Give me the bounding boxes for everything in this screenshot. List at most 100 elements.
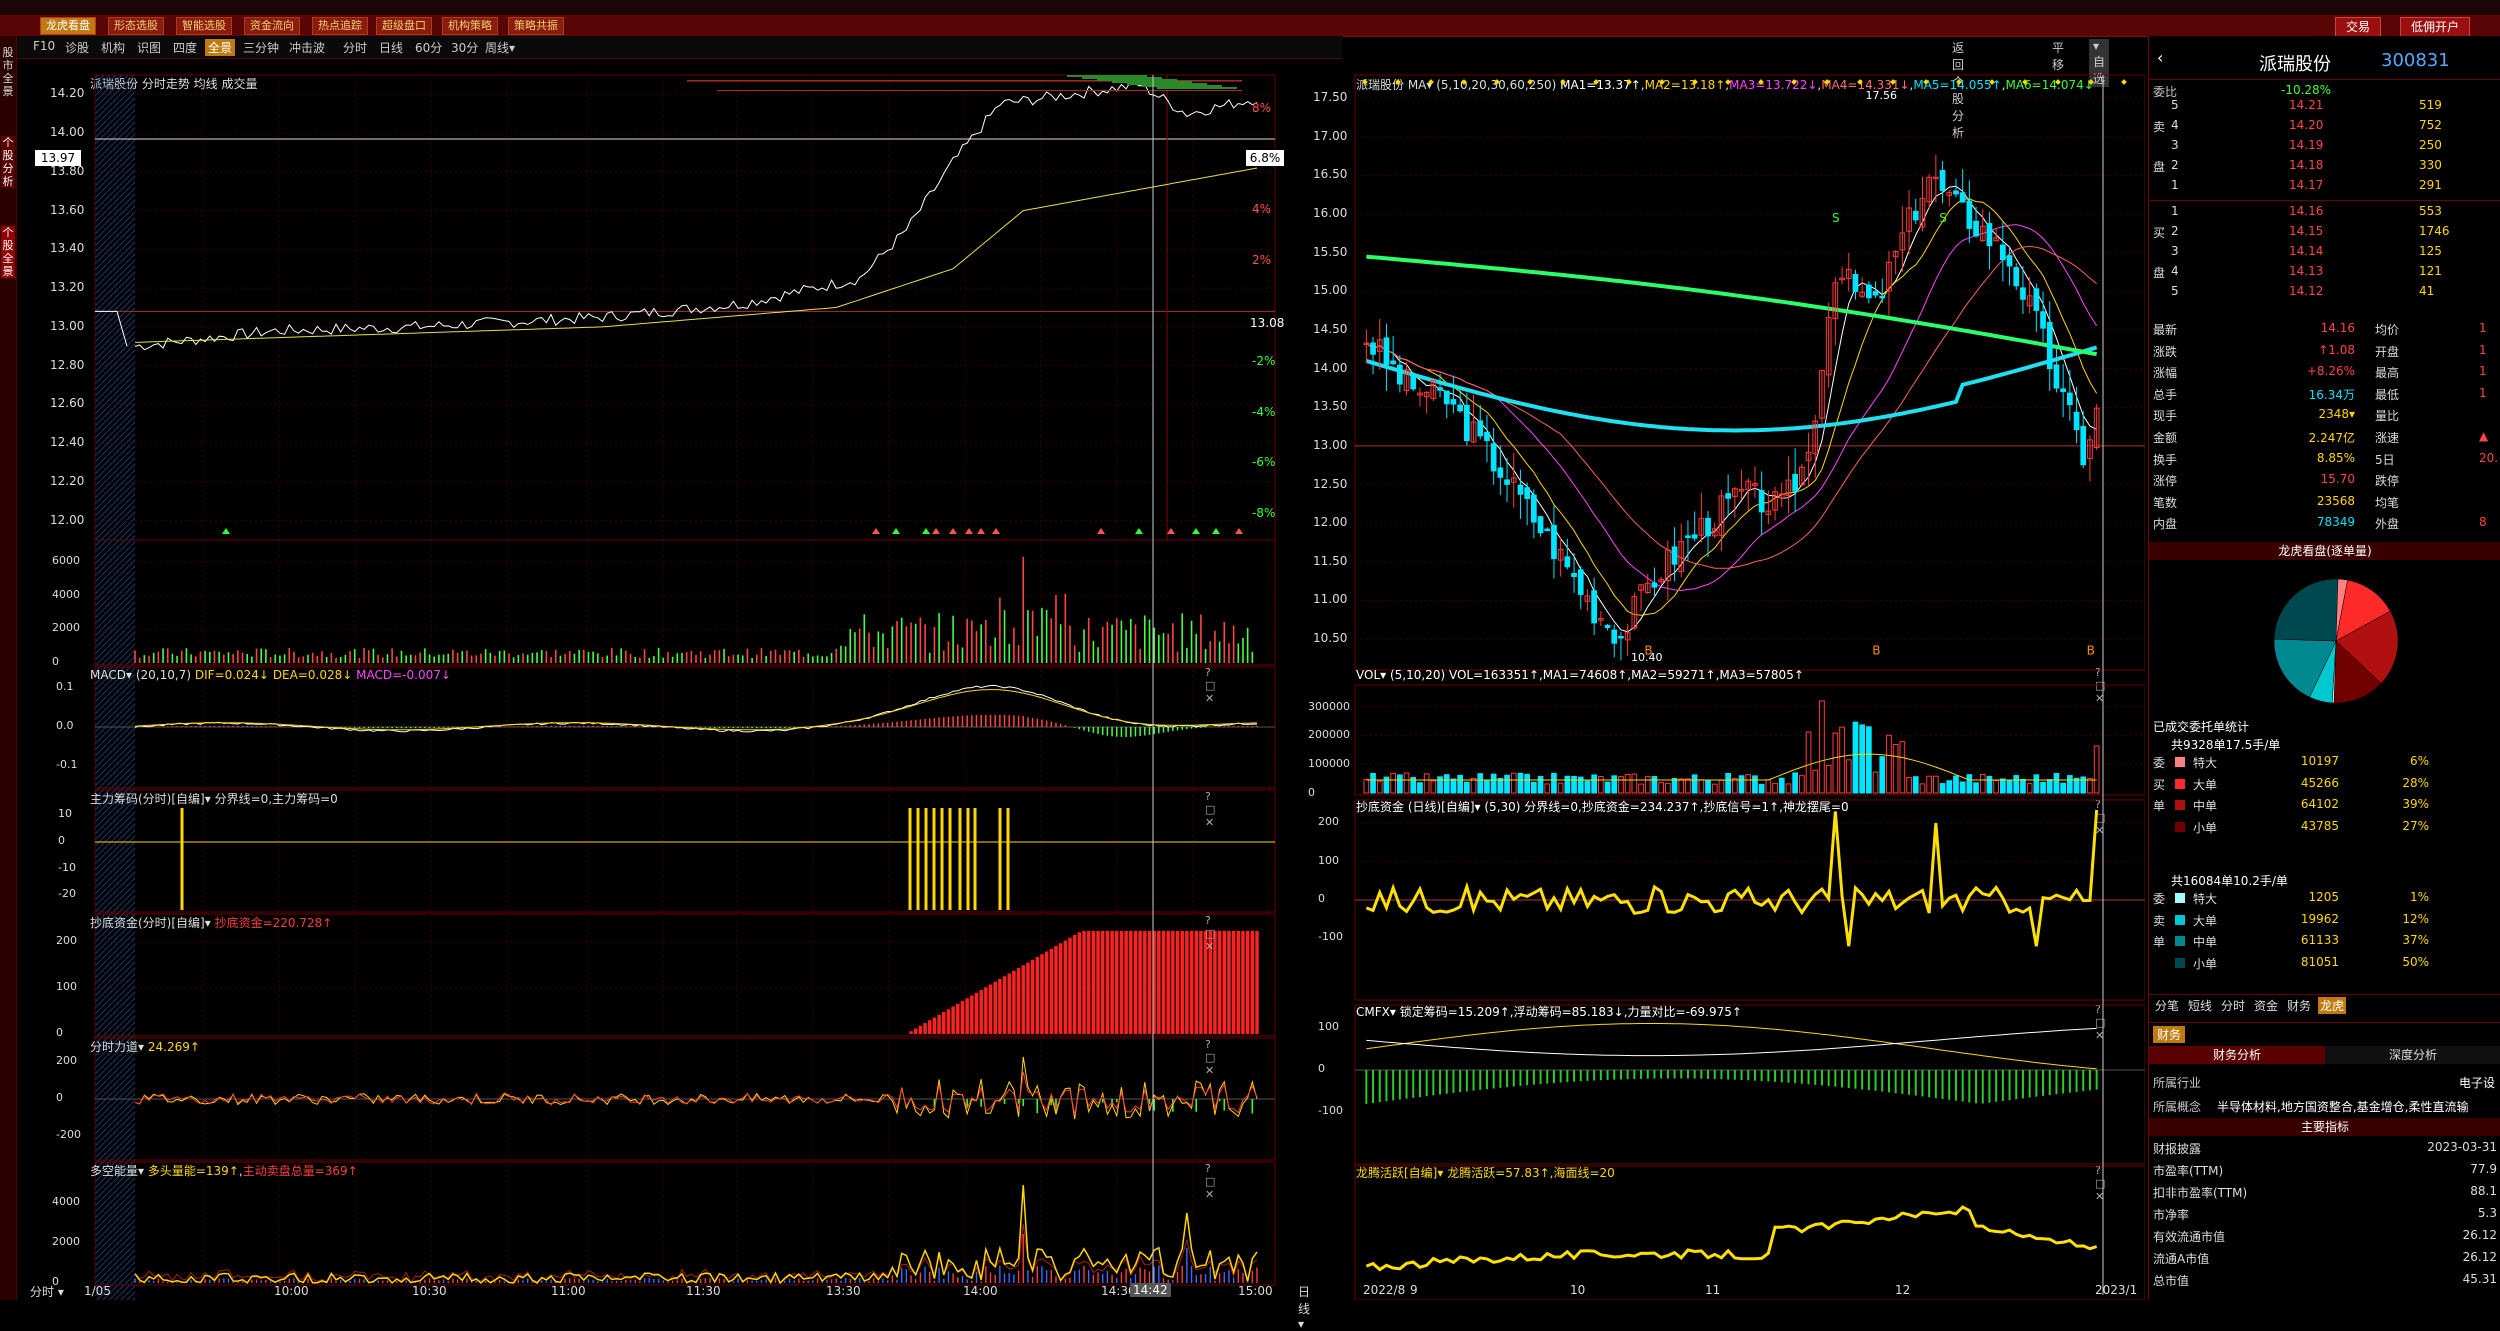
daily-volume-bar: [1577, 776, 1584, 794]
daily-volume-bar: [1812, 769, 1819, 794]
daily-volume-bar: [1370, 772, 1376, 794]
price-tick-label: 12.40: [50, 435, 85, 450]
time-tick-label: 10:00: [274, 1284, 309, 1298]
event-diamond: [1659, 79, 1665, 85]
daily-volume-bar: [2026, 783, 2033, 794]
daily-panel-frame: [1354, 1165, 2145, 1300]
tab-60min[interactable]: 60分: [415, 39, 442, 56]
daily-chaodi-title[interactable]: 抄底资金 (日线)[自编]▾ (5,30) 分界线=0,抄底资金=234.237…: [1356, 800, 1849, 814]
buy-level-price: 14.16: [2289, 204, 2324, 218]
tab-daily[interactable]: 日线: [379, 39, 403, 56]
candle-body: [2067, 392, 2073, 406]
daily-volume-bar: [1624, 774, 1631, 794]
intraday-zhuli-bars: [95, 808, 1275, 910]
sell-level-price: 14.19: [2289, 138, 2324, 152]
toolbar-button-5[interactable]: 热点追踪: [312, 17, 368, 35]
lhkp-tab[interactable]: 资金: [2252, 997, 2280, 1014]
time-tick-label: 1/05: [84, 1284, 111, 1298]
sidebar-item-stock-panorama[interactable]: 个股全景: [1, 226, 15, 278]
daily-volume-bar: [1457, 774, 1464, 794]
back-arrow-icon[interactable]: ‹: [2157, 48, 2163, 67]
cmfx-title[interactable]: CMFX▾ 锁定筹码=15.209↑,浮动筹码=85.183↓,力量对比=-69…: [1356, 1005, 1742, 1019]
stat-value-2: ▲: [2479, 429, 2489, 443]
event-diamond: [1956, 79, 1962, 85]
tab-three-minute[interactable]: 三分钟: [243, 39, 279, 56]
event-diamond: [1923, 79, 1929, 85]
macd-name[interactable]: MACD: [90, 668, 126, 682]
buy-level-volume: 121: [2419, 264, 2442, 278]
toolbar-button-6[interactable]: 超级盘口: [376, 17, 432, 35]
lidao-name[interactable]: 分时力道: [90, 1040, 138, 1054]
sidebar-item-market[interactable]: 股市全景: [1, 46, 15, 98]
lhkp-type: 小单: [2193, 820, 2218, 835]
tab-institution[interactable]: 机构: [101, 39, 125, 56]
intraday-avg-series: [134, 167, 1258, 343]
candle-body: [1966, 200, 1973, 229]
daily-volume-bar: [1792, 772, 1798, 794]
daily-volume-bar: [1785, 783, 1792, 794]
lhkp-tab[interactable]: 短线: [2186, 997, 2214, 1014]
tab-weekly[interactable]: 周线▾: [485, 39, 515, 56]
daily-volume-bar: [2040, 781, 2046, 794]
finance-tab-deep[interactable]: 深度分析: [2325, 1046, 2500, 1064]
menu-bar: [0, 0, 2500, 15]
toolbar-button-3[interactable]: 智能选股: [176, 17, 232, 35]
chaodi-tick-label: 200: [56, 934, 77, 948]
daily-volume-bar: [1946, 780, 1953, 794]
candle-body: [1591, 590, 1597, 624]
buy-level-volume: 125: [2419, 244, 2442, 258]
event-diamond: [1692, 79, 1698, 85]
daily-volume-bars: [1355, 700, 2145, 794]
daily-date-tick: 11: [1705, 1283, 1721, 1297]
finance-tab-analysis[interactable]: 财务分析: [2149, 1046, 2325, 1064]
signal-triangle: [965, 528, 973, 534]
tab-f10[interactable]: F10: [33, 39, 55, 53]
lhkp-tab[interactable]: 分笔: [2153, 997, 2181, 1014]
toolbar-button-1[interactable]: 龙虎看盘: [40, 17, 96, 35]
daily-volume-bar: [2020, 778, 2026, 794]
toolbar-button-2[interactable]: 形态选股: [108, 17, 164, 35]
toolbar-button-7[interactable]: 机构策略: [442, 17, 498, 35]
daily-date-tick[interactable]: 日线 ▾: [1298, 1283, 1310, 1331]
intraday-period-dropdown[interactable]: 分时 ▾: [30, 1283, 64, 1300]
tab-pattern[interactable]: 识图: [137, 39, 161, 56]
trade-button[interactable]: 交易: [2335, 17, 2382, 37]
buy-level-price: 14.12: [2289, 284, 2324, 298]
daily-volume-bar: [1986, 775, 1993, 794]
tab-impact-wave[interactable]: 冲击波: [289, 39, 325, 56]
finance-tag[interactable]: 财务: [2153, 1026, 2186, 1043]
daily-price-tick: 15.00: [1313, 283, 1348, 298]
daily-vol-title[interactable]: VOL▾ (5,10,20) VOL=163351↑,MA1=74608↑,MA…: [1356, 668, 1804, 682]
signal-triangle: [872, 528, 880, 534]
stat-label-2: 涨速: [2375, 431, 2400, 445]
daily-date-tick: 9: [1410, 1283, 1418, 1297]
candle-body: [1531, 494, 1537, 523]
chaodi-i-name[interactable]: 抄底资金(分时)[自编]: [90, 916, 205, 930]
stat-label-2: 跌停: [2375, 474, 2400, 489]
tab-intraday[interactable]: 分时: [343, 39, 367, 56]
zhuli-name[interactable]: 主力筹码(分时)[自编]: [90, 792, 205, 806]
open-account-button[interactable]: 低佣开户: [2400, 17, 2471, 37]
tab-panorama[interactable]: 全景: [205, 39, 236, 56]
daily-volume-bar: [1678, 778, 1685, 794]
lhkp-tab[interactable]: 财务: [2285, 997, 2313, 1014]
lhkp-tab[interactable]: 分时: [2219, 997, 2247, 1014]
tab-30min[interactable]: 30分: [451, 39, 478, 56]
longteng-title[interactable]: 龙腾活跃[自编]▾ 龙腾活跃=57.83↑,海面线=20: [1356, 1166, 1615, 1180]
tab-diagnose[interactable]: 诊股: [65, 39, 89, 56]
sidebar-item-stock-analysis[interactable]: 个股分析: [1, 136, 15, 188]
daily-volume-bar: [1959, 781, 1966, 794]
tab-four-degree[interactable]: 四度: [173, 39, 197, 56]
buy-level-volume: 553: [2419, 204, 2442, 218]
left-sidebar: 股市全景 个股分析 个股全景: [0, 36, 17, 1300]
toolbar-button-8[interactable]: 策略共振: [508, 17, 564, 35]
daily-volume-bar: [1899, 741, 1906, 794]
daily-volume-bar: [1517, 772, 1524, 794]
duokong-name[interactable]: 多空能量: [90, 1164, 138, 1178]
daily-volume-bar: [1758, 783, 1765, 794]
toolbar-button-4[interactable]: 资金流向: [244, 17, 300, 35]
daily-volume-bar: [1397, 774, 1403, 794]
lhkp-tab[interactable]: 龙虎: [2318, 997, 2347, 1014]
candle-body: [1611, 629, 1618, 644]
stat-value: 16.34万: [2308, 387, 2355, 402]
